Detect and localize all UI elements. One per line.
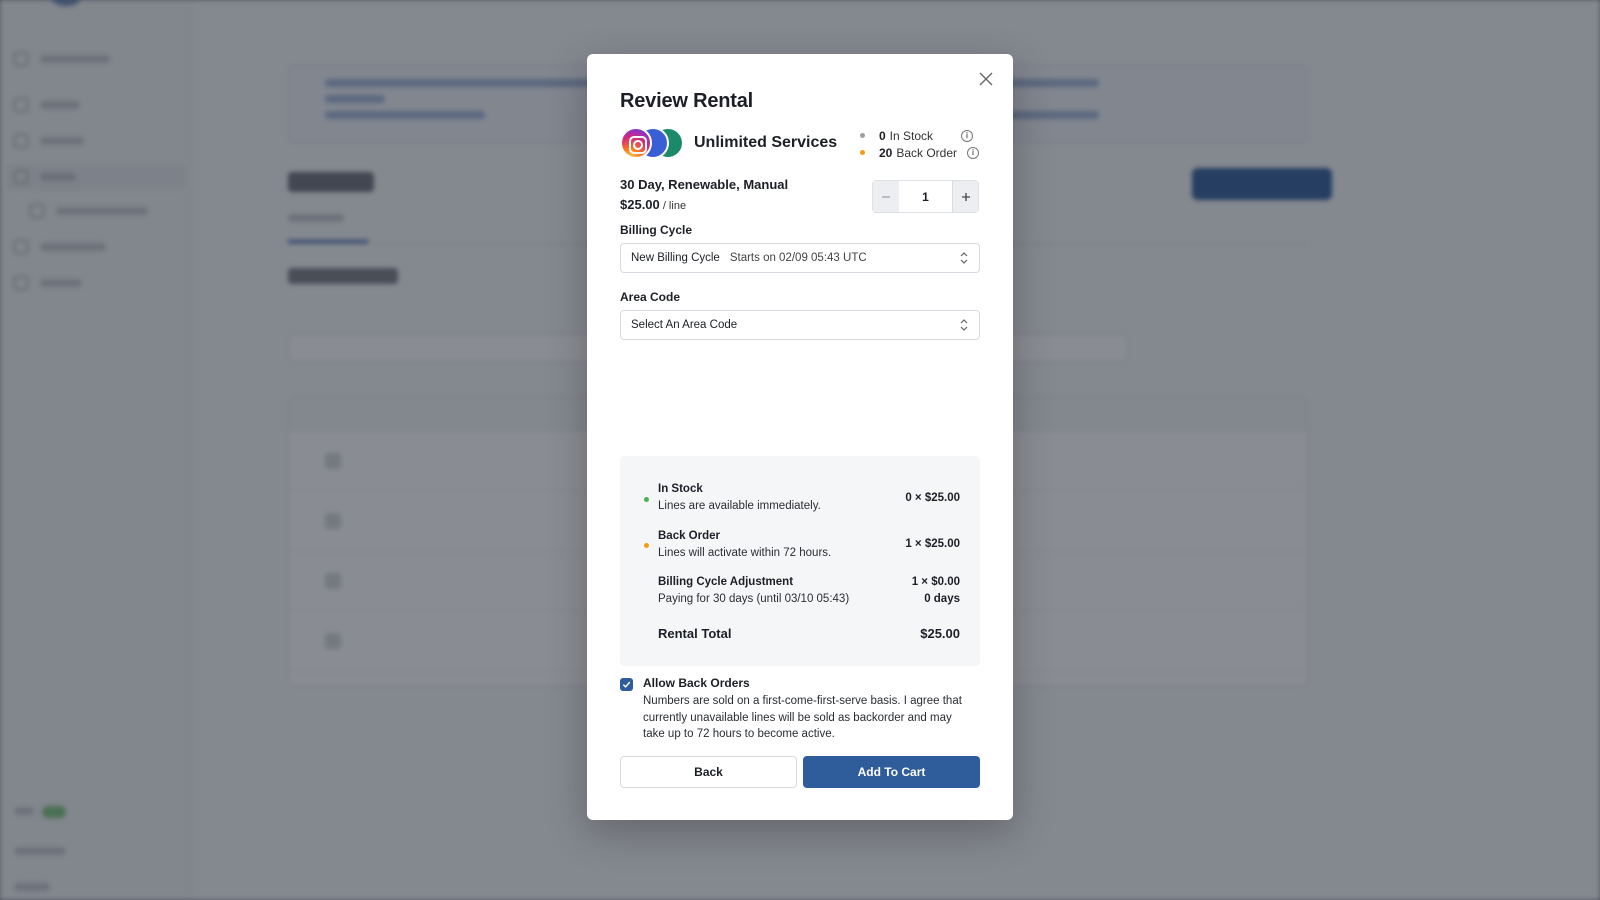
- back-order-label: Back Order: [896, 145, 957, 160]
- billing-cycle-value: New Billing Cycle: [631, 252, 720, 264]
- status-dot: [859, 150, 865, 155]
- plan-price: $25.00 / line: [620, 197, 686, 212]
- summary-adjustment-title: Billing Cycle Adjustment: [658, 576, 794, 588]
- summary-in-stock-desc: Lines are available immediately.: [658, 500, 821, 512]
- instagram-icon: [620, 127, 652, 159]
- chevron-up-down-icon: [960, 252, 968, 264]
- increment-button[interactable]: [952, 181, 978, 212]
- plan-name: 30 Day, Renewable, Manual: [620, 177, 789, 192]
- back-order-status: 20 Back Order i: [859, 144, 979, 161]
- billing-cycle-detail: Starts on 02/09 05:43 UTC: [729, 252, 867, 264]
- close-button[interactable]: [975, 68, 997, 90]
- plan-price-unit: / line: [659, 200, 687, 212]
- quantity-input[interactable]: 1: [899, 190, 952, 204]
- chevron-up-down-icon: [960, 319, 968, 331]
- service-name: Unlimited Services: [694, 134, 838, 151]
- back-button[interactable]: Back: [620, 756, 797, 788]
- summary-in-stock-title: In Stock: [658, 483, 703, 495]
- area-code-select[interactable]: Select An Area Code: [620, 310, 980, 340]
- info-icon[interactable]: i: [961, 129, 973, 142]
- summary-adjustment-qty: 1 × $0.00: [911, 576, 960, 588]
- close-icon: [979, 72, 993, 86]
- rental-total-value: $25.00: [920, 626, 960, 641]
- quantity-stepper: 1: [872, 180, 979, 213]
- decrement-button[interactable]: [873, 181, 899, 212]
- service-header: Unlimited Services: [620, 126, 837, 160]
- in-stock-count: 0: [878, 128, 886, 143]
- summary-back-order-desc: Lines will activate within 72 hours.: [658, 547, 832, 559]
- plan-price-value: $25.00: [620, 197, 660, 212]
- review-rental-modal: Review Rental Unlimited Services 0 In St…: [587, 54, 1013, 820]
- summary-back-order-title: Back Order: [658, 530, 721, 542]
- allow-back-orders-text: Numbers are sold on a first-come-first-s…: [643, 695, 962, 740]
- area-code-value: Select An Area Code: [631, 319, 738, 331]
- back-order-count: 20: [878, 145, 893, 160]
- check-icon: [622, 681, 631, 688]
- summary-in-stock-qty: 0 × $25.00: [905, 492, 960, 504]
- status-dot: [859, 133, 865, 138]
- rental-summary: In Stock Lines are available immediately…: [620, 456, 980, 666]
- billing-cycle-select[interactable]: New Billing Cycle Starts on 02/09 05:43 …: [620, 243, 980, 273]
- summary-adjustment-desc: Paying for 30 days (until 03/10 05:43): [658, 593, 850, 605]
- in-stock-label: In Stock: [889, 128, 933, 143]
- status-dot: [644, 543, 649, 548]
- rental-total-label: Rental Total: [658, 626, 732, 641]
- allow-back-orders-checkbox[interactable]: [620, 678, 633, 691]
- stock-summary: 0 In Stock i 20 Back Order i: [859, 127, 979, 161]
- minus-icon: [882, 195, 890, 198]
- billing-cycle-label: Billing Cycle: [620, 223, 693, 237]
- summary-adjustment-days: 0 days: [924, 593, 960, 605]
- in-stock-status: 0 In Stock i: [859, 127, 979, 144]
- info-icon[interactable]: i: [967, 146, 979, 159]
- add-to-cart-button[interactable]: Add To Cart: [803, 756, 980, 788]
- plus-icon: [961, 192, 970, 201]
- status-dot: [644, 497, 649, 502]
- area-code-label: Area Code: [620, 290, 681, 304]
- allow-back-orders-label[interactable]: Allow Back Orders: [643, 676, 750, 690]
- modal-title: Review Rental: [620, 90, 754, 112]
- summary-back-order-qty: 1 × $25.00: [905, 538, 960, 550]
- service-icons: [620, 126, 686, 160]
